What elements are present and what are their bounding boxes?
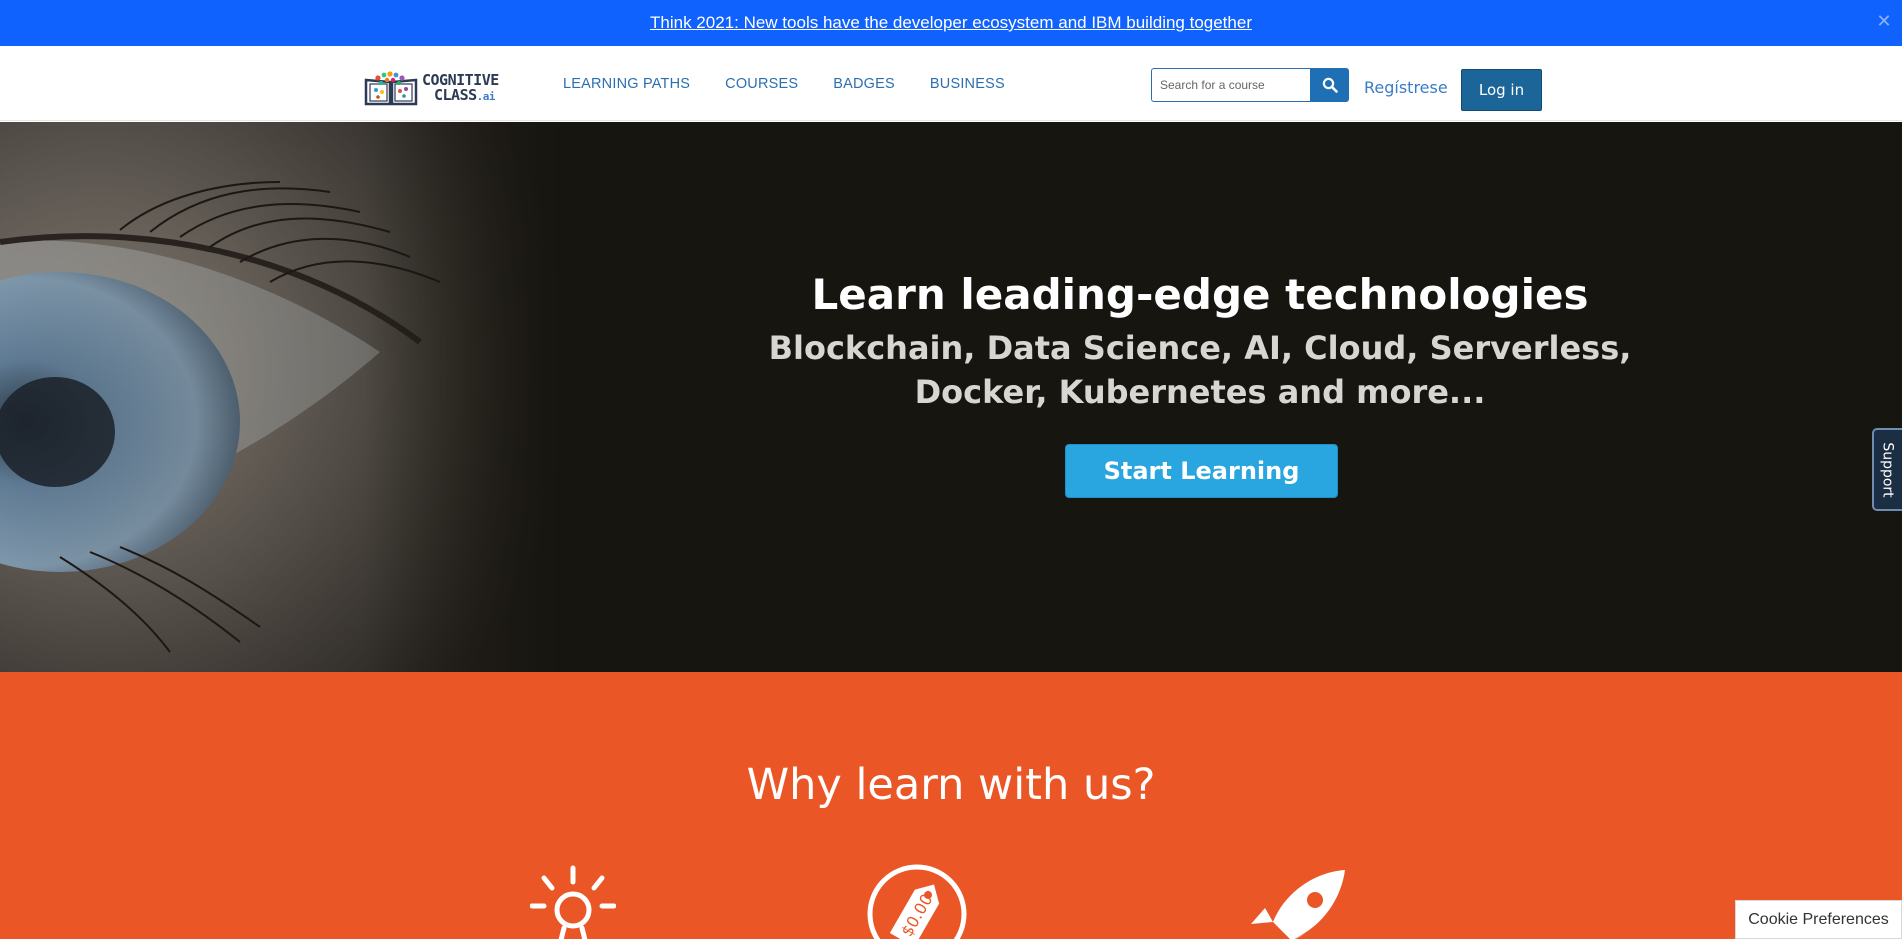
logo-book-icon: [364, 71, 418, 106]
hero-subtitle-line2: Docker, Kubernetes and more...: [914, 373, 1486, 411]
hero-eye-image: [0, 122, 560, 672]
logo-line2: CLASS.ai: [434, 85, 496, 104]
start-learning-button[interactable]: Start Learning: [1065, 444, 1338, 498]
price-tag-icon: $0.00: [867, 864, 967, 939]
register-link[interactable]: Regístrese: [1364, 78, 1448, 97]
search-input[interactable]: [1151, 68, 1310, 102]
why-section: Why learn with us? $0.00: [0, 672, 1902, 939]
announcement-bar: Think 2021: New tools have the developer…: [0, 0, 1902, 46]
hero-subtitle-line1: Blockchain, Data Science, AI, Cloud, Ser…: [768, 329, 1632, 367]
announcement-link[interactable]: Think 2021: New tools have the developer…: [650, 13, 1252, 33]
hero-subtitle: Blockchain, Data Science, AI, Cloud, Ser…: [760, 326, 1640, 414]
nav-courses[interactable]: COURSES: [725, 76, 798, 92]
lightbulb-icon: [530, 865, 616, 939]
main-nav: LEARNING PATHS COURSES BADGES BUSINESS: [563, 46, 1040, 121]
cookie-preferences-button[interactable]: Cookie Preferences: [1735, 900, 1902, 939]
login-button[interactable]: Log in: [1461, 69, 1542, 111]
site-logo[interactable]: COGNITIVE CLASS.ai: [364, 70, 522, 106]
course-search: [1151, 68, 1349, 102]
close-icon[interactable]: ✕: [1874, 12, 1894, 32]
nav-badges[interactable]: BADGES: [833, 76, 895, 92]
support-tab[interactable]: Support: [1872, 428, 1902, 511]
site-header: COGNITIVE CLASS.ai LEARNING PATHS COURSE…: [0, 46, 1902, 121]
rocket-icon: [1251, 870, 1345, 939]
support-tab-label: Support: [1880, 441, 1896, 498]
hero-banner: Learn leading-edge technologies Blockcha…: [0, 122, 1902, 672]
nav-learning-paths[interactable]: LEARNING PATHS: [563, 76, 690, 92]
search-icon: [1322, 77, 1338, 93]
nav-business[interactable]: BUSINESS: [930, 76, 1005, 92]
search-button[interactable]: [1310, 68, 1349, 102]
hero-content: Learn leading-edge technologies Blockcha…: [760, 122, 1640, 672]
why-title: Why learn with us?: [746, 760, 1156, 810]
hero-title: Learn leading-edge technologies: [811, 270, 1589, 319]
logo-wordmark: COGNITIVE CLASS.ai: [422, 72, 499, 104]
logo-suffix: .ai: [476, 89, 496, 103]
